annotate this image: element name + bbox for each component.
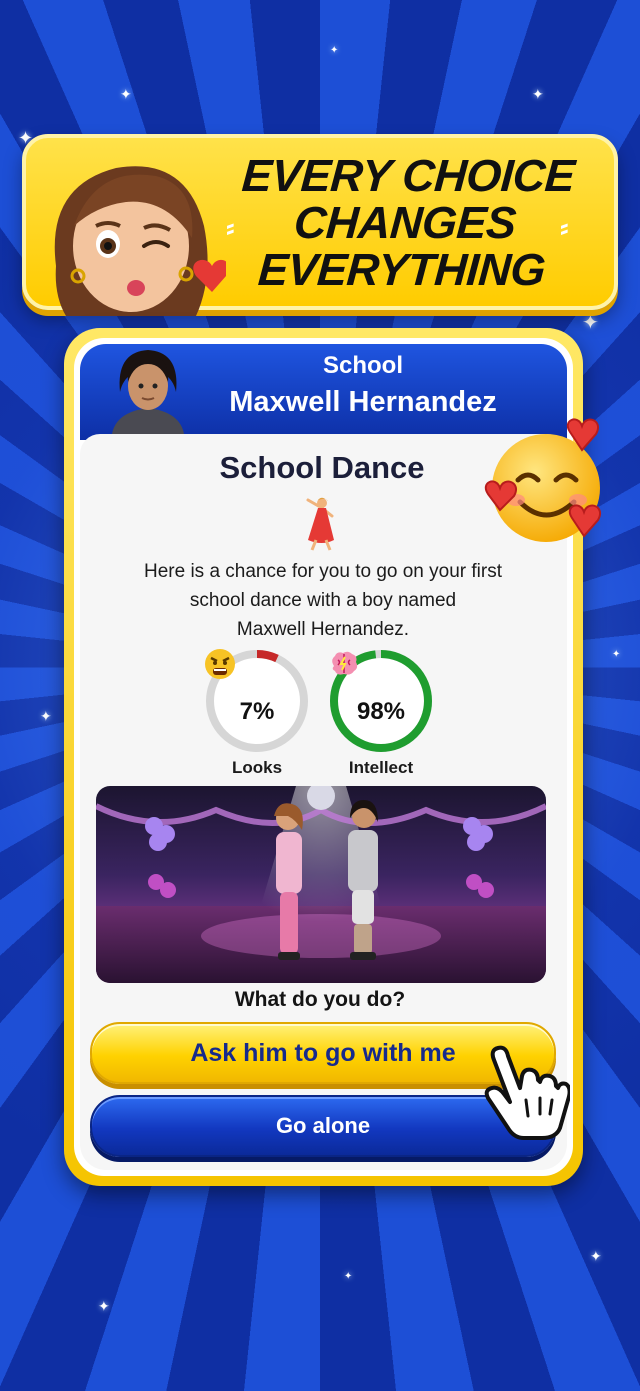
stat-looks: 7% Looks	[204, 648, 310, 788]
spark-lines-icon: ⸗	[560, 213, 569, 243]
sparkle-icon: ✦	[98, 1299, 110, 1315]
dance-scene-image	[96, 786, 546, 983]
sparkle-icon: ✦	[344, 1271, 353, 1282]
description-line: school dance with a boy named	[189, 590, 457, 611]
headline-line: CHANGES	[292, 197, 518, 248]
headline-line: EVERY CHOICE	[240, 150, 577, 201]
sparkle-icon: ✦	[532, 87, 544, 103]
girl-avatar	[54, 166, 226, 316]
question-text: What do you do?	[234, 988, 406, 1011]
description-line: Here is a chance for you to go on your f…	[143, 561, 502, 582]
choice-label: Ask him to go with me	[190, 1038, 456, 1067]
character-name: Maxwell Hernandez	[229, 386, 497, 418]
angry-face-icon	[205, 649, 235, 679]
sparkle-icon: ✦	[590, 1249, 602, 1265]
choice-label: Go alone	[275, 1113, 371, 1138]
headline-text: EVERY CHOICE CHANGES EVERYTHING	[210, 150, 600, 295]
stat-label: Looks	[231, 758, 283, 777]
smiling-hearts-emoji-icon	[484, 418, 601, 542]
sparkle-icon: ✦	[582, 310, 599, 334]
sparkle-icon: ✦	[40, 709, 52, 725]
stat-intellect: 98% Intellect	[328, 648, 434, 788]
event-title: School Dance	[219, 450, 425, 485]
sparkle-icon: ✦	[120, 87, 132, 103]
character-avatar	[112, 350, 184, 434]
dancer-icon	[306, 497, 334, 551]
brain-icon	[332, 651, 358, 675]
sparkle-icon: ✦	[612, 649, 621, 660]
spark-lines-icon: ⸗	[226, 213, 235, 243]
description-line: Maxwell Hernandez.	[236, 619, 410, 640]
stat-value: 98%	[356, 698, 406, 725]
headline-line: EVERYTHING	[256, 244, 547, 295]
event-description: Here is a chance for you to go on your f…	[118, 557, 528, 644]
stat-label: Intellect	[348, 758, 414, 777]
pointing-hand-icon	[484, 1045, 570, 1140]
sparkle-icon: ✦	[330, 45, 339, 56]
stat-value: 7%	[239, 698, 275, 725]
location-label: School	[322, 352, 403, 379]
